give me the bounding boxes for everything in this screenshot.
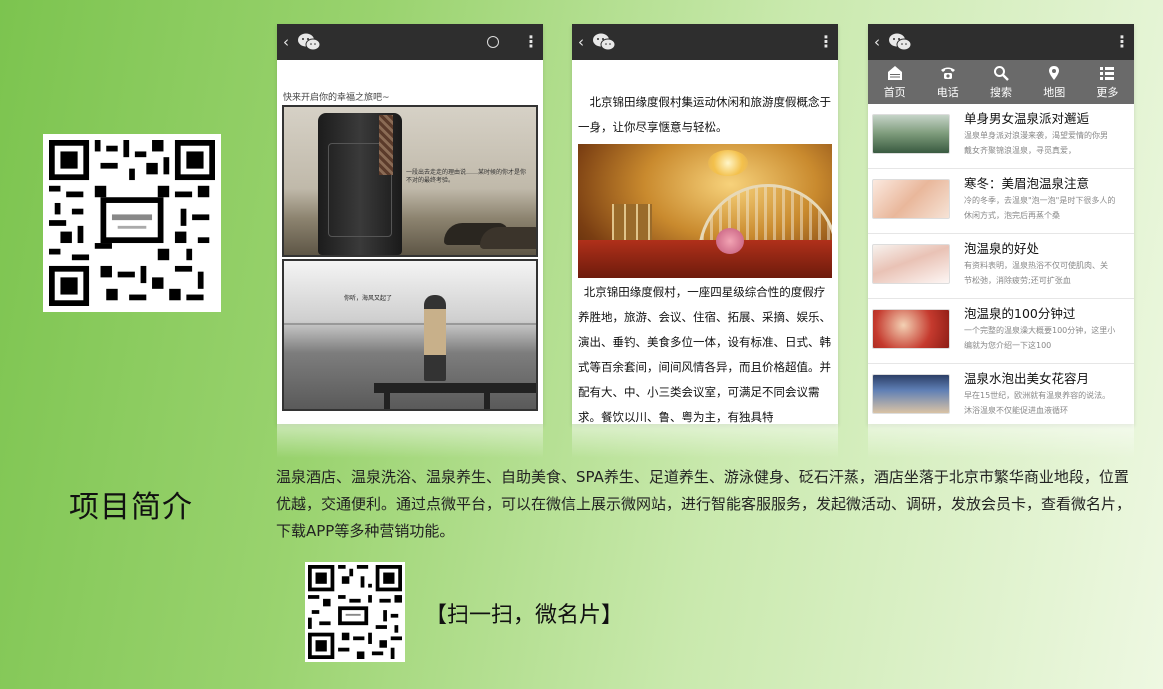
list-item[interactable]: 温泉水泡出美女花容月 早在15世纪，欧洲就有温泉养容的说法。 沐浴温泉不仅能促进…: [868, 364, 1134, 424]
floor-graphic: [578, 240, 832, 278]
article-desc: 休闲方式，泡完后再蒸个桑: [964, 211, 1060, 220]
article-thumbnail: [872, 179, 950, 219]
nav-label: 地图: [1043, 85, 1066, 99]
scan-business-card-label: 【扫一扫，微名片】: [425, 603, 624, 628]
article-title: 温泉水泡出美女花容月: [964, 371, 1090, 386]
back-icon[interactable]: ‹: [578, 33, 588, 51]
pier-post-graphic: [484, 389, 490, 409]
article-desc: 沐浴温泉不仅能促进血液循环: [964, 406, 1068, 415]
pier-post-graphic: [384, 389, 390, 409]
article-title: 寒冬：美眉泡温泉注意: [964, 176, 1090, 191]
wechat-qr-code: [43, 134, 221, 312]
article-desc: 有资料表明，温泉热浴不仅可使肌肉、关: [964, 261, 1108, 270]
nav-home[interactable]: 首页: [868, 60, 921, 104]
map-pin-icon: [1049, 65, 1060, 80]
article-desc: 早在15世纪，欧洲就有温泉养容的说法。: [964, 391, 1111, 400]
list-item[interactable]: 寒冬：美眉泡温泉注意 冷的冬季，去温泉"泡一泡"是时下很多人的 休闲方式，泡完后…: [868, 169, 1134, 234]
search-icon: [994, 65, 1009, 81]
wechat-icon: [298, 33, 321, 51]
back-icon[interactable]: ‹: [283, 33, 293, 51]
site-nav-bar: 首页 电话 搜索 地图 更多: [868, 60, 1134, 104]
nav-label: 更多: [1096, 85, 1119, 99]
phone-screen-article-list: ‹ ⋮ 首页 电话 搜索 地图 更多 单身男女温泉派对邂逅 温泉单身派对浪漫来袭…: [868, 24, 1134, 424]
wechat-icon: [889, 33, 912, 51]
qr-code-graphic: [308, 565, 402, 659]
more-menu-icon[interactable]: ⋮: [523, 34, 539, 50]
resort-body-text: 北京锦田缘度假村，一座四星级综合性的度假疗养胜地，旅游、会议、住宿、拓展、采摘、…: [578, 285, 831, 424]
article-title: 单身男女温泉派对邂逅: [964, 111, 1090, 126]
list-item[interactable]: 泡温泉的100分钟过 一个完整的温泉澡大概要100分钟，这里小 编就为您介绍一下…: [868, 299, 1134, 364]
phone-screen-resort-intro: ‹ ⋮ 北京锦田缘度假村集运动休闲和旅游度假概念于一身，让你尽享惬意与轻松。 北…: [572, 24, 838, 424]
article-desc: 戴女齐聚锦浪温泉，寻觅真爱，: [964, 146, 1076, 155]
shoe-graphic: [480, 227, 536, 249]
article-title: 泡温泉的100分钟过: [964, 306, 1076, 321]
phone-screen-article: ‹ ⋮ 快来开启你的幸福之旅吧~ 一段出去走走的理由说……某时候的你才是你不对的…: [277, 24, 543, 424]
nav-label: 搜索: [990, 85, 1012, 99]
wechat-title-bar: ‹ ⋮: [572, 24, 838, 60]
phone-reflection: [868, 424, 1134, 458]
chandelier-graphic: [708, 150, 748, 176]
wechat-icon: [593, 33, 616, 51]
article-thumbnail: [872, 244, 950, 284]
wechat-title-bar: ‹ ⋮: [868, 24, 1134, 60]
qr-code-graphic: [49, 140, 215, 306]
article-desc: 节松弛，消除疲劳;还可扩张血: [964, 276, 1071, 285]
list-icon: [1100, 66, 1115, 80]
article-thumbnail: [872, 114, 950, 154]
resort-intro-text: 北京锦田缘度假村集运动休闲和旅游度假概念于一身，让你尽享惬意与轻松。: [578, 95, 831, 134]
girl-figure-graphic: [424, 295, 446, 381]
photo-caption: 一段出去走走的理由说……某时候的你才是你不对的最终考验。: [406, 169, 527, 185]
business-card-qr-code: [305, 562, 405, 662]
back-icon[interactable]: ‹: [874, 33, 884, 51]
nav-label: 首页: [883, 85, 906, 99]
phone-reflection: [572, 424, 838, 458]
project-description: 温泉酒店、温泉洗浴、温泉养生、自助美食、SPA养生、足道养生、游泳健身、砭石汗蒸…: [276, 468, 1132, 540]
home-icon: [887, 65, 902, 80]
section-title: 项目简介: [69, 490, 193, 525]
wechat-title-bar: ‹ ⋮: [277, 24, 543, 60]
article-desc: 编就为您介绍一下这100: [964, 341, 1052, 350]
nav-more[interactable]: 更多: [1081, 60, 1134, 104]
article-thumbnail: [872, 374, 950, 414]
flower-graphic: [716, 228, 744, 254]
seaside-photo: 你听，海风又起了: [282, 259, 538, 411]
nav-label: 电话: [936, 85, 959, 99]
pier-graphic: [374, 383, 536, 393]
suitcase-photo: 一段出去走走的理由说……某时候的你才是你不对的最终考验。: [282, 105, 538, 257]
phone-reflection: [277, 424, 543, 458]
list-item[interactable]: 泡温泉的好处 有资料表明，温泉热浴不仅可使肌肉、关 节松弛，消除疲劳;还可扩张血: [868, 234, 1134, 299]
article-desc: 冷的冬季，去温泉"泡一泡"是时下很多人的: [964, 196, 1116, 205]
article-caption: 快来开启你的幸福之旅吧~: [283, 93, 390, 103]
more-menu-icon[interactable]: ⋮: [818, 34, 834, 50]
phone-icon: [940, 67, 955, 79]
more-menu-icon[interactable]: ⋮: [1114, 34, 1130, 50]
nav-map[interactable]: 地图: [1028, 60, 1081, 104]
article-title: 泡温泉的好处: [964, 241, 1040, 256]
article-thumbnail: [872, 309, 950, 349]
photo-caption: 你听，海风又起了: [344, 295, 393, 302]
nav-search[interactable]: 搜索: [974, 60, 1027, 104]
nav-phone[interactable]: 电话: [921, 60, 974, 104]
hotel-lobby-photo: [578, 144, 832, 278]
list-item[interactable]: 单身男女温泉派对邂逅 温泉单身派对浪漫来袭，渴望爱情的你男 戴女齐聚锦浪温泉，寻…: [868, 104, 1134, 169]
article-desc: 一个完整的温泉澡大概要100分钟，这里小: [964, 326, 1116, 335]
loading-icon: [487, 36, 499, 48]
tie-graphic: [379, 115, 393, 175]
article-desc: 温泉单身派对浪漫来袭，渴望爱情的你男: [964, 131, 1108, 140]
horizon-graphic: [284, 323, 536, 325]
